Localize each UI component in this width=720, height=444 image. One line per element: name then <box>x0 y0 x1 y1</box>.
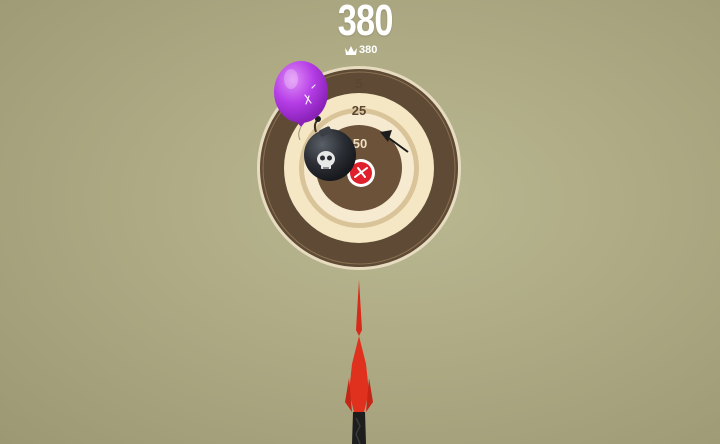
ring-label-5: 5 <box>355 76 362 91</box>
ring-label-25: 25 <box>352 103 366 118</box>
player-dart[interactable] <box>345 280 373 444</box>
game-stage[interactable]: 5 25 50 <box>0 0 720 444</box>
